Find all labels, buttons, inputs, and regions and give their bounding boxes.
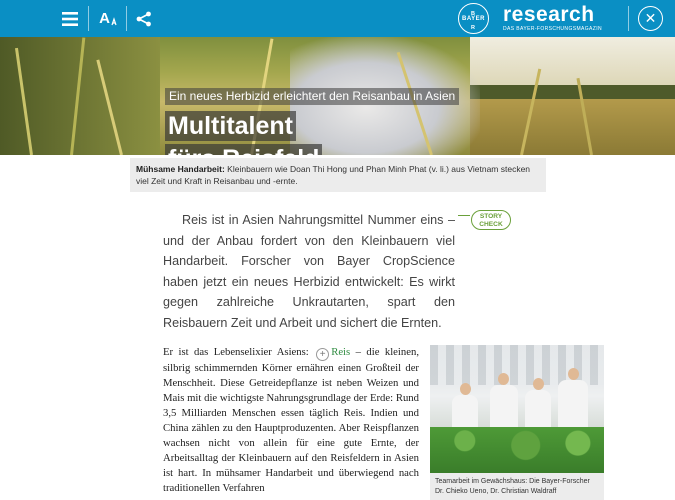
toolbar-divider (628, 6, 629, 31)
article-body: Er ist das Lebenselixier Asiens: + Reis –… (163, 345, 419, 496)
hero-image: Ein neues Herbizid erleichtert den Reisa… (0, 37, 675, 155)
hero-caption: Mühsame Handarbeit: Kleinbauern wie Doan… (130, 158, 546, 192)
title-line: fürs Reisfeld (165, 144, 323, 155)
lead-text: Reis ist in Asien Nahrungsmittel Nummer … (163, 213, 455, 330)
bayer-logo-text: BAYER (462, 16, 485, 22)
story-check-button[interactable]: STORY CHECK (471, 210, 511, 230)
brand-title: research (503, 3, 595, 26)
brand-subtitle: DAS BAYER-FORSCHUNGSMAGAZIN (503, 26, 603, 32)
story-check-line: CHECK (479, 220, 503, 228)
close-icon[interactable]: ✕ (638, 6, 663, 31)
font-size-icon[interactable]: A (94, 0, 122, 37)
bayer-logo: B R BAYER (458, 3, 489, 34)
story-check-connector (458, 215, 470, 216)
font-size-label: A (99, 10, 110, 27)
title-line: Multitalent (165, 111, 296, 141)
svg-text:R: R (471, 25, 475, 31)
top-bar: A B R BAYER research DAS BAYER-FORSCHUNG… (0, 0, 675, 37)
share-icon[interactable] (130, 0, 158, 37)
greenhouse-photo[interactable] (430, 345, 604, 473)
body-text: Er ist das Lebenselixier Asiens: (163, 346, 309, 358)
glossary-link-reis[interactable]: Reis (331, 346, 350, 358)
photo-caption: Teamarbeit im Gewächshaus: Die Bayer-For… (430, 473, 604, 500)
lead-paragraph: Reis ist in Asien Nahrungsmittel Nummer … (163, 210, 455, 333)
toolbar-divider (126, 6, 127, 31)
toolbar-divider (88, 6, 89, 31)
hero-kicker: Ein neues Herbizid erleichtert den Reisa… (165, 88, 460, 105)
plus-icon[interactable]: + (316, 348, 330, 361)
body-text: – die kleinen, silbrig schimmernden Körn… (163, 346, 419, 494)
story-check-line: STORY (479, 212, 503, 220)
caption-label: Mühsame Handarbeit: (136, 164, 225, 174)
brand[interactable]: B R BAYER research DAS BAYER-FORSCHUNGSM… (458, 3, 602, 34)
page-title: Multitalent fürs Reisfeld (165, 111, 323, 155)
menu-icon[interactable] (56, 0, 84, 37)
